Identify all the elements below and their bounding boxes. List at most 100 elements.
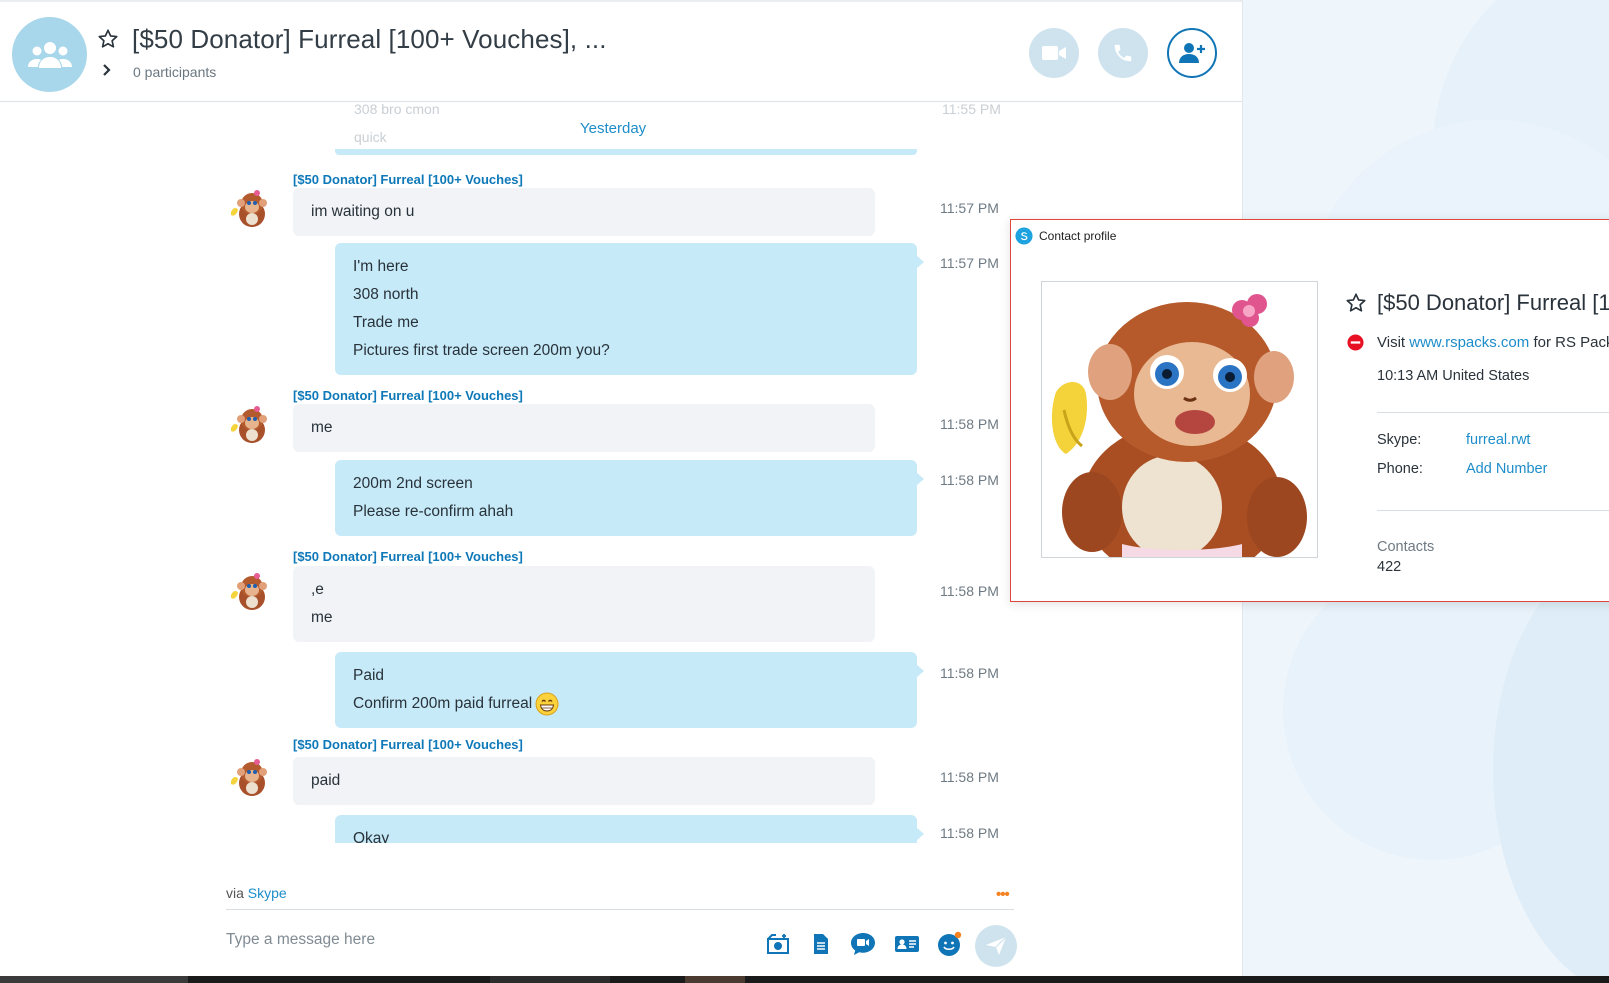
profile-divider — [1377, 412, 1609, 413]
send-arrow-icon — [986, 936, 1007, 955]
video-call-button[interactable] — [1029, 28, 1079, 78]
participants-count[interactable]: 0 participants — [133, 64, 216, 80]
message-text: im waiting on u — [311, 203, 415, 220]
sender-name[interactable]: [$50 Donator] Furreal [100+ Vouches] — [293, 172, 523, 187]
message-text: I'm here — [353, 258, 409, 275]
conversation-title[interactable]: [$50 Donator] Furreal [100+ Vouches], ..… — [132, 24, 607, 55]
favorite-star-icon[interactable] — [1345, 292, 1367, 314]
send-media-icon — [767, 934, 789, 954]
phone-label: Phone: — [1377, 461, 1423, 477]
audio-call-button[interactable] — [1098, 28, 1148, 78]
skype-id-value[interactable]: furreal.rwt — [1466, 432, 1530, 448]
incoming-message[interactable]: ,e me — [293, 566, 875, 642]
video-message-icon — [851, 933, 875, 955]
message-text: Paid — [353, 667, 385, 684]
add-number-link[interactable]: Add Number — [1466, 461, 1547, 477]
skype-window: [$50 Donator] Furreal [100+ Vouches], ..… — [0, 0, 1609, 983]
message-text: 308 north — [353, 286, 419, 303]
message-timestamp: 11:58 PM — [940, 665, 999, 681]
contacts-count: 422 — [1377, 559, 1402, 575]
message-input[interactable] — [226, 925, 726, 955]
outgoing-message[interactable]: I'm here 308 north Trade me Pictures fir… — [335, 243, 924, 375]
favorite-star-icon[interactable] — [97, 28, 119, 50]
monkey-avatar[interactable] — [228, 404, 270, 446]
incoming-message[interactable]: me — [293, 404, 875, 452]
emoticon-button[interactable] — [936, 930, 964, 958]
sender-name[interactable]: [$50 Donator] Furreal [100+ Vouches] — [293, 737, 523, 752]
emoticon-icon — [938, 931, 962, 956]
message-text: me — [311, 609, 333, 626]
monkey-avatar[interactable] — [228, 571, 270, 613]
message-text: paid — [311, 772, 341, 789]
message-text: ,e — [311, 581, 324, 598]
sender-name[interactable]: [$50 Donator] Furreal [100+ Vouches] — [293, 549, 523, 564]
message-timestamp: 11:58 PM — [940, 583, 999, 599]
skype-link[interactable]: Skype — [248, 885, 287, 901]
contact-card-icon — [895, 936, 919, 952]
send-file-icon — [814, 934, 828, 954]
video-message-button[interactable] — [849, 930, 877, 958]
incoming-message[interactable]: im waiting on u — [293, 188, 875, 236]
profile-photo[interactable] — [1041, 281, 1318, 558]
conversation-header: [$50 Donator] Furreal [100+ Vouches], ..… — [0, 0, 1242, 102]
message-timestamp: 11:57 PM — [940, 255, 999, 271]
local-time: 10:13 AM United States — [1377, 368, 1530, 384]
message-text: Trade me — [353, 314, 419, 331]
monkey-avatar[interactable] — [228, 757, 270, 799]
send-file-button[interactable] — [807, 930, 835, 958]
skype-logo-icon — [1015, 227, 1033, 245]
skype-id-label: Skype: — [1377, 432, 1422, 448]
profile-name: [$50 Donator] Furreal [1 — [1377, 290, 1609, 315]
taskbar-segment — [685, 976, 745, 983]
profile-divider — [1377, 510, 1609, 511]
faded-timestamp: 11:55 PM — [942, 103, 1001, 117]
chevron-right-icon[interactable] — [100, 63, 114, 77]
grin-icon — [535, 692, 559, 716]
message-text: Okay — [353, 830, 390, 843]
message-timestamp: 11:58 PM — [940, 769, 999, 785]
taskbar-segment — [0, 976, 188, 983]
sender-name[interactable]: [$50 Donator] Furreal [100+ Vouches] — [293, 388, 523, 403]
faded-message-line: 308 bro cmon — [354, 103, 440, 117]
outgoing-message[interactable]: Okay — [335, 815, 924, 843]
monkey-avatar[interactable] — [228, 188, 270, 230]
taskbar-segment — [490, 976, 610, 983]
message-text: Confirm 200m paid furreal — [353, 695, 533, 712]
message-text: 200m 2nd screen — [353, 475, 473, 492]
group-avatar[interactable] — [12, 17, 87, 92]
faded-bubble — [335, 149, 917, 155]
message-text: Please re-confirm ahah — [353, 503, 514, 520]
send-media-button[interactable] — [764, 930, 792, 958]
contact-profile-window[interactable]: Contact profile [$50 Donator] Furreal [1… — [1010, 219, 1609, 602]
video-camera-icon — [1042, 46, 1066, 60]
profile-titlebar[interactable]: Contact profile — [1011, 220, 1609, 250]
mood-message: Visit www.rspacks.com for RS Pack C — [1377, 334, 1609, 351]
via-skype-label: via Skype — [226, 885, 287, 901]
phone-icon — [1114, 44, 1132, 62]
send-message-button[interactable] — [975, 925, 1017, 967]
add-participant-button[interactable] — [1167, 28, 1217, 78]
message-timestamp: 11:58 PM — [940, 825, 999, 841]
incoming-message[interactable]: paid — [293, 757, 875, 805]
message-timestamp: 11:58 PM — [940, 472, 999, 488]
via-prefix: via — [226, 885, 244, 901]
group-icon — [27, 41, 72, 68]
message-timestamp: 11:58 PM — [940, 416, 999, 432]
compose-divider — [226, 909, 1014, 910]
taskbar-strip — [0, 976, 1609, 983]
day-separator: Yesterday — [580, 120, 647, 137]
message-timestamp: 11:57 PM — [940, 200, 999, 216]
add-person-icon — [1179, 43, 1205, 63]
message-text: me — [311, 419, 333, 436]
outgoing-message[interactable]: 200m 2nd screen Please re-confirm ahah — [335, 460, 924, 536]
more-options-button[interactable]: ••• — [996, 886, 1010, 903]
message-text: Pictures first trade screen 200m you? — [353, 342, 610, 359]
send-contact-button[interactable] — [893, 930, 921, 958]
mood-link[interactable]: www.rspacks.com — [1409, 334, 1529, 351]
monkey-toy-picture — [1042, 282, 1317, 557]
mood-suffix: for RS Pack C — [1533, 334, 1609, 351]
profile-window-title: Contact profile — [1039, 229, 1117, 243]
mood-prefix: Visit — [1377, 334, 1406, 351]
do-not-disturb-icon — [1347, 334, 1364, 351]
outgoing-message[interactable]: Paid Confirm 200m paid furreal — [335, 652, 924, 728]
